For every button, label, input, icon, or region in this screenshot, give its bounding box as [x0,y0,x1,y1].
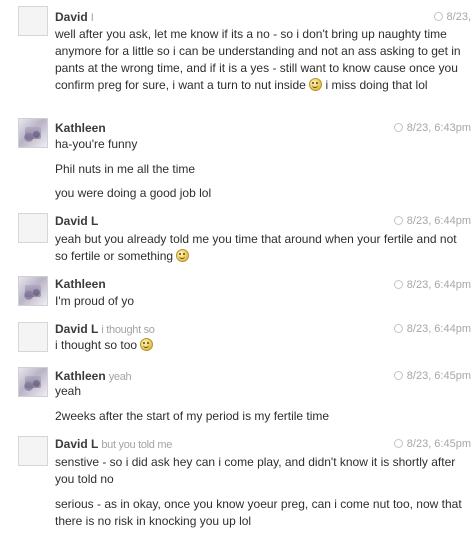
message-text: senstive - so i did ask hey can i come p… [55,455,456,486]
timestamp: 8/23, 6:43pm [393,122,471,134]
timestamp-text: 8/23, 6:45pm [406,438,471,450]
clock-icon [393,439,403,448]
avatar[interactable] [18,367,48,397]
avatar[interactable] [18,322,48,352]
sender-preview: but you told me [101,439,173,451]
clock-icon [393,371,403,380]
timestamp-text: 8/23, 6:44pm [406,279,471,291]
sender-name-text: Kathleen [55,369,106,383]
avatar[interactable] [18,118,48,148]
sender-name[interactable]: David Li thought so [55,322,155,336]
timestamp: 8/23, 6:44pm [393,279,471,291]
timestamp: 8/23, [433,11,471,23]
sender-name[interactable]: David I [55,10,94,24]
clock-icon [393,280,403,289]
message-text: yeah but you already told me you time th… [55,231,465,265]
sender-preview: yeah [108,371,132,383]
message-text-part: i thought so too [55,338,138,352]
message-text: I'm proud of yo [55,294,134,308]
smiley-icon [176,249,190,262]
sender-name-text: David L [55,437,99,451]
timestamp-text: 8/23, 6:43pm [406,122,471,134]
timestamp-text: 8/23, [446,11,471,23]
clock-icon [393,123,403,132]
message-text: well after you ask, let me know if its a… [55,26,465,94]
timestamp: 8/23, 6:45pm [393,438,471,450]
message-text: ha-you're funny [55,137,138,151]
clock-icon [433,12,443,21]
avatar[interactable] [18,6,48,36]
sender-preview: I [90,12,94,24]
sender-name-text: David [55,10,88,24]
message-text: you were doing a good job lol [55,186,212,200]
clock-icon [393,324,403,333]
avatar[interactable] [18,213,48,243]
sender-name-text: Kathleen [55,121,106,135]
avatar[interactable] [18,436,48,466]
sender-name-text: David L [55,322,99,336]
sender-name[interactable]: David L [55,214,101,228]
smiley-icon [140,338,154,351]
sender-name[interactable]: Kathleen [55,277,109,291]
message-text: serious - as in okay, once you know yoeu… [55,497,462,528]
sender-preview: i thought so [101,324,155,336]
message-text: i thought so too [55,337,465,354]
timestamp: 8/23, 6:44pm [393,323,471,335]
message-text: yeah [55,384,82,398]
sender-name-text: Kathleen [55,277,106,291]
sender-name[interactable]: David Lbut you told me [55,437,172,451]
sender-name-text: David L [55,214,99,228]
timestamp: 8/23, 6:45pm [393,370,471,382]
message-text: 2weeks after the start of my period is m… [55,409,330,423]
timestamp: 8/23, 6:44pm [393,215,471,227]
smiley-icon [309,78,323,91]
timestamp-text: 8/23, 6:44pm [406,323,471,335]
clock-icon [393,216,403,225]
sender-name[interactable]: Kathleen [55,121,109,135]
message-text: Phil nuts in me all the time [55,162,196,176]
avatar[interactable] [18,276,48,306]
sender-name[interactable]: Kathleen yeah [55,369,132,383]
message-text-part: yeah but you already told me you time th… [55,232,457,263]
message-text-part: i miss doing that lol [325,78,428,92]
timestamp-text: 8/23, 6:45pm [406,370,471,382]
timestamp-text: 8/23, 6:44pm [406,215,471,227]
message-thread: David I 8/23, well after you ask, let me … [0,0,473,535]
